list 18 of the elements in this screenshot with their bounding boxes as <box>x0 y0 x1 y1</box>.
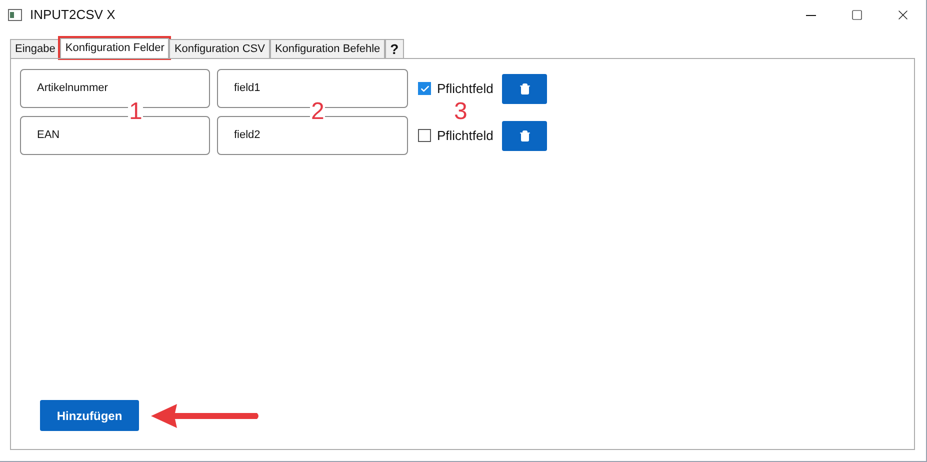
add-button[interactable]: Hinzufügen <box>40 400 139 431</box>
checkbox-label: Pflichtfeld <box>437 80 494 98</box>
required-checkbox[interactable] <box>418 129 431 142</box>
trash-icon <box>518 82 531 94</box>
maximize-icon <box>851 9 863 21</box>
tab[interactable]: Konfiguration Befehle <box>270 39 386 58</box>
tab[interactable]: Konfiguration Felder <box>60 38 170 58</box>
required-checkbox[interactable] <box>418 82 431 95</box>
tab[interactable]: ? <box>385 39 404 58</box>
delete-button[interactable] <box>502 74 548 104</box>
window-title: INPUT2CSV X <box>30 6 116 24</box>
delete-button[interactable] <box>502 120 548 150</box>
checkbox-label: Pflichtfeld <box>437 126 494 145</box>
tab[interactable]: Konfiguration CSV <box>169 39 270 58</box>
tab[interactable]: Eingabe <box>10 39 60 58</box>
trash-icon <box>518 130 531 142</box>
minimize-icon <box>806 14 816 16</box>
app-icon <box>8 9 22 21</box>
